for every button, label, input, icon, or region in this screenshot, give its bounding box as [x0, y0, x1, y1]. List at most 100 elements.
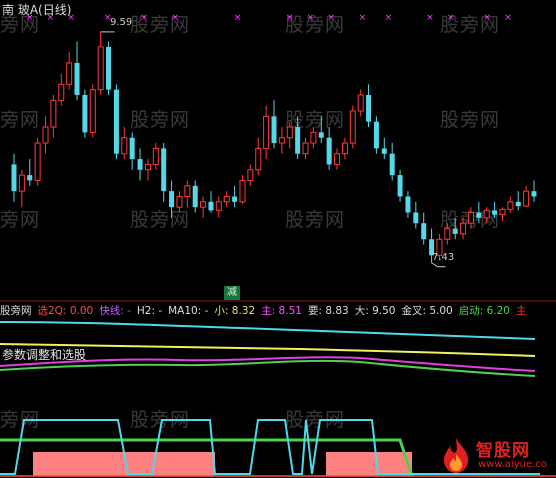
candlestick [18, 169, 25, 208]
candlestick [334, 148, 341, 170]
candlestick [121, 127, 128, 160]
candlestick [499, 207, 506, 222]
signal-marker: × [307, 13, 315, 23]
candlestick [89, 84, 96, 138]
candlestick [137, 148, 143, 181]
candlestick [373, 116, 379, 154]
signal-marker: × [234, 13, 242, 23]
candlestick [129, 132, 135, 170]
sell-signal-tag: 减 [224, 286, 240, 300]
candlestick [11, 153, 17, 202]
candlestick [381, 137, 387, 160]
candlestick [515, 191, 521, 211]
indicator-value: 选2Q: 0.00 [37, 305, 94, 317]
signal-marker: × [140, 13, 148, 23]
high-price-label: 9.59 [110, 17, 133, 28]
candlestick [492, 201, 498, 218]
indicator-value: 金叉: 5.00 [401, 305, 453, 317]
candlestick [239, 175, 246, 204]
candlestick [421, 212, 427, 245]
signal-marker: × [447, 13, 455, 23]
candlestick [50, 94, 57, 138]
indicator-line-green [0, 359, 536, 377]
indicator-value: 股旁网 [0, 305, 32, 317]
indicator-values-bar: 股旁网 选2Q: 0.00 快线: - H2: - MA10: - 小: 8.32 主: 8… [0, 303, 556, 317]
signal-block [326, 452, 412, 476]
candlestick [192, 180, 198, 213]
candlestick-series [11, 31, 537, 268]
indicator-value: 主: 8.51 [261, 305, 302, 317]
signal-marker: × [483, 13, 491, 23]
indicator-value: 大: 9.50 [354, 305, 396, 317]
indicator-value: H2: - [136, 305, 163, 317]
candlestick [152, 143, 159, 170]
candlestick [349, 105, 356, 149]
low-price-label: 7.43 [432, 252, 455, 263]
signal-marker: × [504, 13, 512, 23]
candlestick [507, 196, 514, 213]
candlestick [74, 41, 80, 101]
flame-icon [444, 438, 468, 473]
signal-marker: × [327, 13, 335, 23]
logo-name: 智股网 [476, 441, 530, 461]
signal-marker: × [171, 13, 179, 23]
candlestick [161, 143, 167, 202]
candlestick [341, 137, 348, 160]
indicator-value: 主 [516, 305, 527, 317]
signal-marker: × [426, 13, 434, 23]
signal-marker: × [286, 13, 294, 23]
candlestick [452, 217, 458, 240]
candlestick [405, 191, 411, 218]
candlestick [523, 185, 530, 208]
candlestick [176, 191, 183, 213]
candlestick [263, 105, 270, 160]
candlestick [286, 121, 293, 149]
candlestick [271, 100, 277, 149]
candlestick [397, 169, 403, 202]
candlestick [476, 201, 482, 224]
candlestick [200, 196, 207, 218]
candlestick [413, 201, 419, 229]
candlestick [184, 180, 191, 208]
candlestick [255, 137, 262, 176]
candlestick [58, 73, 65, 106]
candlestick [34, 137, 41, 186]
candlestick [460, 217, 467, 240]
signal-marker: × [359, 13, 367, 23]
candlestick [113, 84, 119, 160]
candlestick [483, 207, 490, 224]
indicator-value: 要: 8.83 [307, 305, 349, 317]
candlestick [27, 159, 33, 186]
candlestick [389, 143, 395, 181]
indicator-value: 快线: - [99, 305, 131, 317]
candlestick [97, 31, 104, 95]
candlestick [232, 185, 238, 208]
candlestick [106, 41, 112, 95]
kline-chart[interactable]: × × × × × × × × × × × × × × × × [0, 0, 556, 478]
logo-url: www.aiyue.co [478, 459, 547, 470]
candlestick [42, 116, 49, 154]
candlestick [215, 196, 222, 218]
candlestick [208, 191, 214, 213]
parameter-note[interactable]: 参数调整和选股 [2, 346, 86, 363]
candlestick [169, 180, 175, 218]
candlestick [531, 180, 537, 202]
candlestick [302, 137, 309, 160]
site-logo: 智股网 www.aiyue.co [436, 434, 554, 476]
candlestick [318, 116, 324, 144]
candlestick [366, 84, 372, 128]
candlestick [66, 52, 73, 90]
signal-marker: × [385, 13, 393, 23]
candlestick [278, 127, 285, 154]
candlestick [357, 89, 364, 117]
candlestick [223, 191, 230, 208]
candlestick [326, 127, 332, 170]
candlestick [295, 116, 301, 160]
indicator-value: 启动: 6.20 [458, 305, 510, 317]
candlestick [310, 127, 317, 149]
chart-title: 南 玻A(日线) [2, 3, 72, 17]
candlestick [467, 207, 474, 229]
candlestick [144, 159, 151, 181]
signal-markers: × × × × × × × × × × × × × × × × [26, 13, 512, 23]
candlestick [444, 223, 451, 245]
